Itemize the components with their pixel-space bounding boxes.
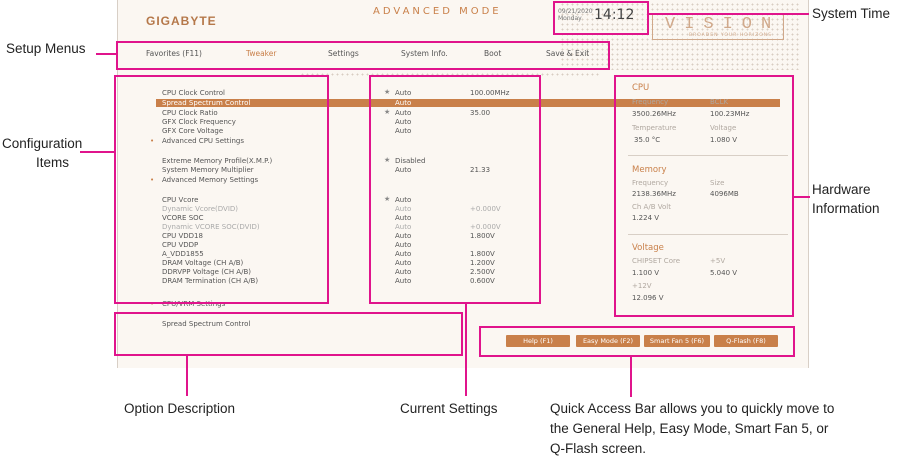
setup-menus-box	[116, 41, 610, 70]
hardware-info-box	[614, 75, 794, 317]
information-label: Information	[812, 201, 880, 216]
setup-menus-label: Setup Menus	[6, 41, 86, 56]
leader-line	[80, 151, 114, 153]
quick-access-label-2: the General Help, Easy Mode, Smart Fan 5…	[550, 421, 829, 436]
configuration-items-box	[114, 75, 329, 304]
leader-line	[96, 53, 116, 55]
leader-line	[465, 304, 467, 396]
quick-access-label-1: Quick Access Bar allows you to quickly m…	[550, 401, 835, 416]
system-time-box	[553, 1, 649, 35]
brand-logo: GIGABYTE	[146, 14, 217, 28]
current-settings-label: Current Settings	[400, 401, 498, 416]
quick-access-box	[479, 326, 795, 357]
option-description-label: Option Description	[124, 401, 236, 416]
option-description-box	[114, 312, 463, 356]
configuration-label: Configuration	[2, 136, 83, 151]
current-settings-box	[369, 75, 541, 304]
mode-title: ADVANCED MODE	[373, 6, 502, 17]
leader-line	[794, 196, 810, 198]
system-time-label: System Time	[812, 6, 891, 21]
leader-line	[630, 357, 632, 397]
leader-line	[649, 13, 809, 15]
vision-logo: VISION BROADEN YOUR HORIZONS	[652, 14, 784, 40]
items-label: Items	[36, 155, 70, 170]
hardware-label: Hardware	[812, 182, 871, 197]
leader-line	[186, 356, 188, 396]
quick-access-label-3: Q-Flash screen.	[550, 441, 647, 456]
